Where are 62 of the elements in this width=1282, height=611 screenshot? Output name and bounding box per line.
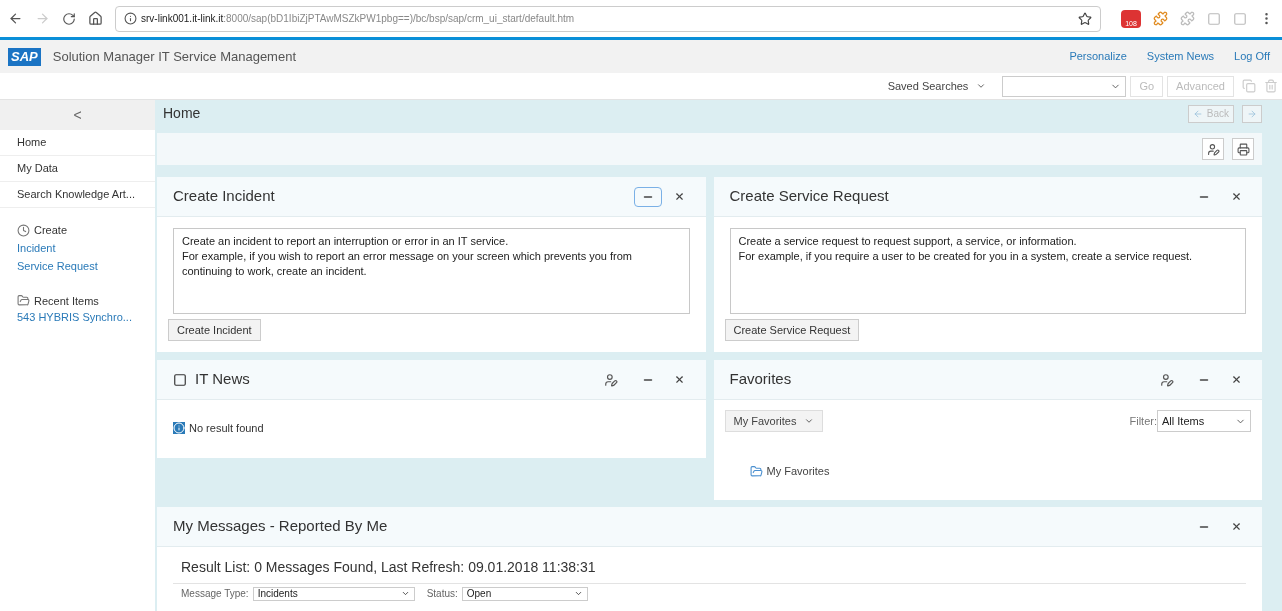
page-title: Home	[163, 104, 202, 123]
back-icon	[1192, 108, 1203, 119]
description-field[interactable]: Create an incident to report an interruption or error in an IT service. For example, if you wish to report an error message on your screen which prevents you from continuing to work, create an incident.	[173, 228, 690, 314]
reload-icon[interactable]	[62, 11, 76, 26]
close-icon	[1230, 191, 1242, 202]
caret-icon	[573, 589, 583, 598]
panel-title: My Messages - Reported By Me	[173, 516, 389, 537]
close-icon	[1230, 521, 1242, 532]
create-button[interactable]: Create Service Request	[724, 319, 860, 341]
info-icon	[173, 422, 185, 435]
header-link[interactable]: Personalize	[1069, 48, 1127, 65]
empty-message: No result found	[189, 421, 264, 436]
recent-items-icon	[17, 294, 30, 308]
personalize-button[interactable]	[1202, 138, 1224, 160]
filter-label: Status:	[426, 587, 458, 601]
filter-label: Message Type:	[181, 587, 249, 601]
info-icon	[124, 12, 137, 25]
panel-title: Create Incident	[173, 186, 276, 207]
collapse-button[interactable]: <	[0, 100, 155, 130]
caret-icon	[976, 81, 987, 91]
close-icon	[674, 191, 685, 202]
close-icon	[1230, 374, 1242, 385]
personalize-icon	[1206, 142, 1220, 156]
filter-select[interactable]: Open	[461, 586, 588, 601]
recent-items-heading[interactable]: Recent Items	[34, 292, 99, 309]
folder-item[interactable]: My Favorites	[766, 463, 830, 480]
caret-icon	[804, 416, 815, 426]
create-heading: Create	[34, 223, 68, 238]
personalize-icon[interactable]	[1160, 372, 1174, 387]
back-icon[interactable]	[8, 11, 23, 26]
header-link[interactable]: System News	[1146, 48, 1215, 65]
create-link[interactable]: Service Request	[0, 256, 155, 275]
result-summary: Result List: 0 Messages Found, Last Refresh: 09.01.2018 11:38:31	[173, 557, 1246, 584]
panel-title: IT News	[195, 369, 251, 390]
forward-icon	[1247, 108, 1257, 119]
saved-searches-menu[interactable]: Saved Searches	[887, 77, 987, 95]
filter-label: Filter:	[1129, 413, 1157, 429]
news-icon	[173, 372, 187, 387]
url-text: srv-link001.it-link.it:8000/sap(bD1IbiZjPTAwMSZkPW1pbg==)/bc/bsp/sap/crm_ui_start/default.htm	[141, 12, 576, 26]
app-title: Solution Manager IT Service Management	[52, 47, 297, 66]
description-field[interactable]: Create a service request to request support, a service, or information. For example, if you require a user to be created for you in a system, create a service request.	[729, 228, 1246, 314]
header-link[interactable]: Log Off	[1234, 48, 1270, 65]
minimize-button[interactable]	[633, 186, 662, 207]
favorites-menu[interactable]: My Favorites	[724, 410, 824, 432]
caret-icon	[400, 589, 410, 598]
close-icon	[674, 374, 685, 385]
print-button[interactable]	[1232, 138, 1254, 160]
filter-select[interactable]: Incidents	[252, 586, 415, 601]
extension-icon[interactable]	[1153, 11, 1168, 26]
create-link[interactable]: Incident	[0, 238, 155, 257]
panel-title: Create Service Request	[729, 186, 890, 207]
recent-item-link[interactable]: 543 HYBRIS Synchro...	[0, 309, 155, 325]
panel-title: Favorites	[729, 369, 793, 390]
bookmark-icon[interactable]	[1078, 11, 1092, 26]
personalize-icon[interactable]	[603, 372, 618, 387]
create-button[interactable]: Create Incident	[168, 319, 261, 341]
print-icon	[1236, 142, 1250, 156]
filter-select[interactable]: All Items	[1157, 410, 1251, 432]
address-field[interactable]: srv-link001.it-link.it:8000/sap(bD1IbiZjPTAwMSZkPW1pbg==)/bc/bsp/sap/crm_ui_start/default.htm	[115, 5, 1101, 32]
home-icon[interactable]	[88, 11, 103, 26]
sap-logo: SAP	[8, 47, 41, 66]
folder-icon	[749, 464, 763, 478]
